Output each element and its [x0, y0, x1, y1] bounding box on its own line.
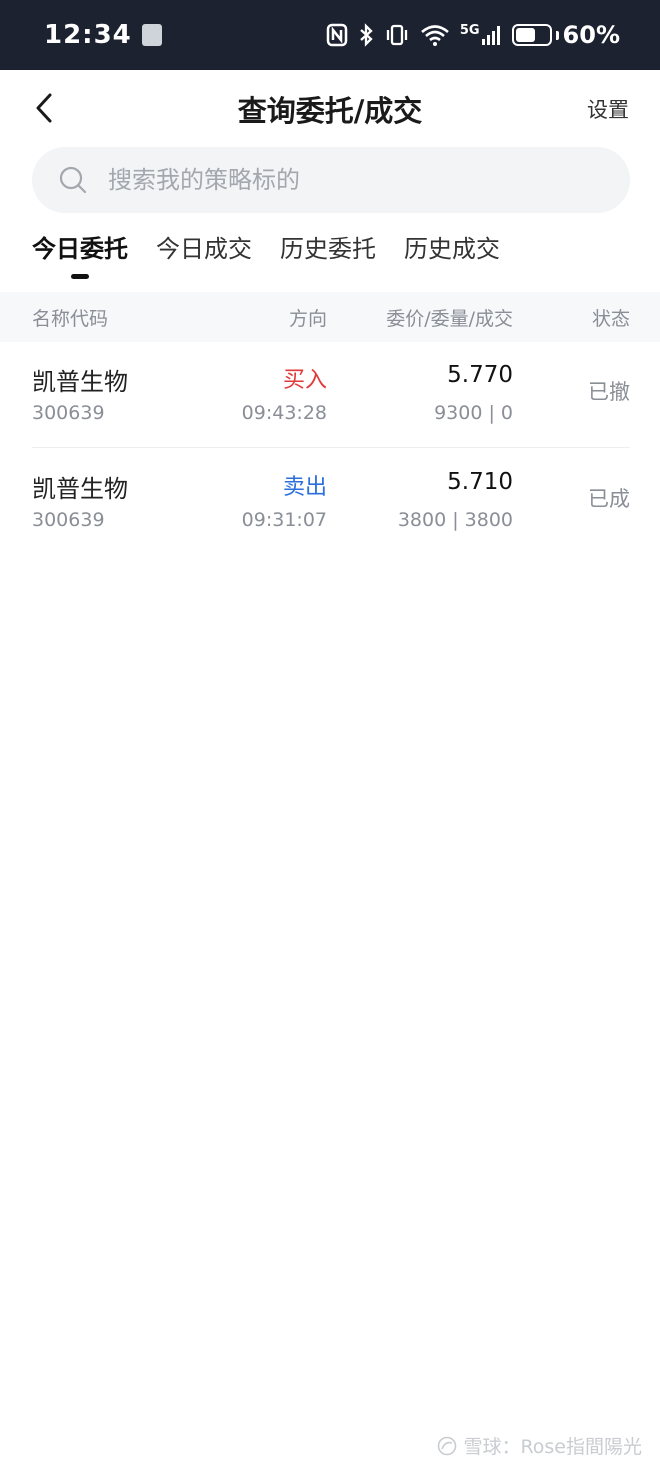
- header-status: 状态: [591, 308, 630, 330]
- signal-5g-icon: 5G: [460, 24, 502, 46]
- bluetooth-icon: [360, 23, 373, 47]
- tab-today-trades[interactable]: 今日成交: [156, 228, 252, 280]
- watermark-text: 雪球：Rose指間陽光: [463, 1436, 642, 1458]
- order-direction: 买入: [282, 368, 327, 393]
- battery-fill: [515, 28, 535, 42]
- stock-name: 凯普生物: [32, 475, 128, 503]
- order-time: 09:31:07: [241, 509, 327, 531]
- stock-code: 300639: [32, 509, 105, 531]
- table-header: 名称代码 方向 委价/委量/成交 状态: [0, 292, 660, 342]
- battery-icon: [511, 24, 552, 46]
- tab-history-orders[interactable]: 历史委托: [280, 228, 376, 280]
- stock-code: 300639: [32, 402, 105, 424]
- tab-today-orders[interactable]: 今日委托: [32, 228, 128, 280]
- tab-history-trades[interactable]: 历史成交: [404, 228, 500, 280]
- order-qty-filled: 9300 | 0: [434, 402, 513, 424]
- order-price: 5.710: [447, 469, 513, 495]
- tab-label: 历史成交: [404, 235, 500, 263]
- search-bar[interactable]: [32, 147, 630, 213]
- search-input[interactable]: [108, 166, 588, 194]
- nav-bar: 查询委托/成交 设置: [0, 70, 660, 146]
- tab-label: 历史委托: [280, 235, 376, 263]
- order-status: 已成: [588, 487, 630, 511]
- order-status: 已撤: [588, 380, 630, 404]
- tab-bar: 今日委托 今日成交 历史委托 历史成交: [32, 228, 500, 280]
- order-direction: 卖出: [282, 475, 327, 500]
- battery-indicator: 60%: [511, 21, 620, 49]
- status-bar-right: 5G 60%: [326, 21, 620, 49]
- page-title: 查询委托/成交: [237, 94, 423, 128]
- tab-label: 今日成交: [156, 235, 252, 263]
- watermark: 雪球：Rose指間陽光: [437, 1432, 642, 1459]
- status-bar-left: 12:34: [44, 20, 162, 50]
- order-qty-filled: 3800 | 3800: [397, 509, 513, 531]
- vibrate-icon: [386, 24, 407, 46]
- snowball-logo-icon: [438, 1436, 457, 1455]
- battery-percent: 60%: [562, 21, 620, 49]
- search-icon: [59, 166, 87, 194]
- settings-button[interactable]: 设置: [587, 94, 629, 124]
- status-time: 12:34: [44, 20, 132, 50]
- header-direction: 方向: [288, 308, 327, 330]
- battery-tip: [555, 30, 559, 40]
- table-row[interactable]: 凯普生物 300639 卖出 09:31:07 5.710 3800 | 380…: [0, 449, 660, 555]
- nfc-icon: [326, 23, 348, 47]
- header-name-code: 名称代码: [32, 308, 109, 330]
- network-type: 5G: [459, 23, 480, 38]
- order-price: 5.770: [447, 362, 513, 388]
- row-divider: [32, 447, 630, 448]
- active-tab-indicator: [71, 274, 89, 279]
- status-bar: 12:34 5G 60%: [0, 0, 660, 70]
- sim-card-icon: [141, 24, 162, 46]
- table-row[interactable]: 凯普生物 300639 买入 09:43:28 5.770 9300 | 0 已…: [0, 342, 660, 448]
- header-price-qty: 委价/委量/成交: [386, 308, 513, 330]
- tab-label: 今日委托: [32, 235, 128, 263]
- wifi-icon: [420, 25, 449, 46]
- stock-name: 凯普生物: [32, 368, 128, 396]
- order-time: 09:43:28: [241, 402, 327, 424]
